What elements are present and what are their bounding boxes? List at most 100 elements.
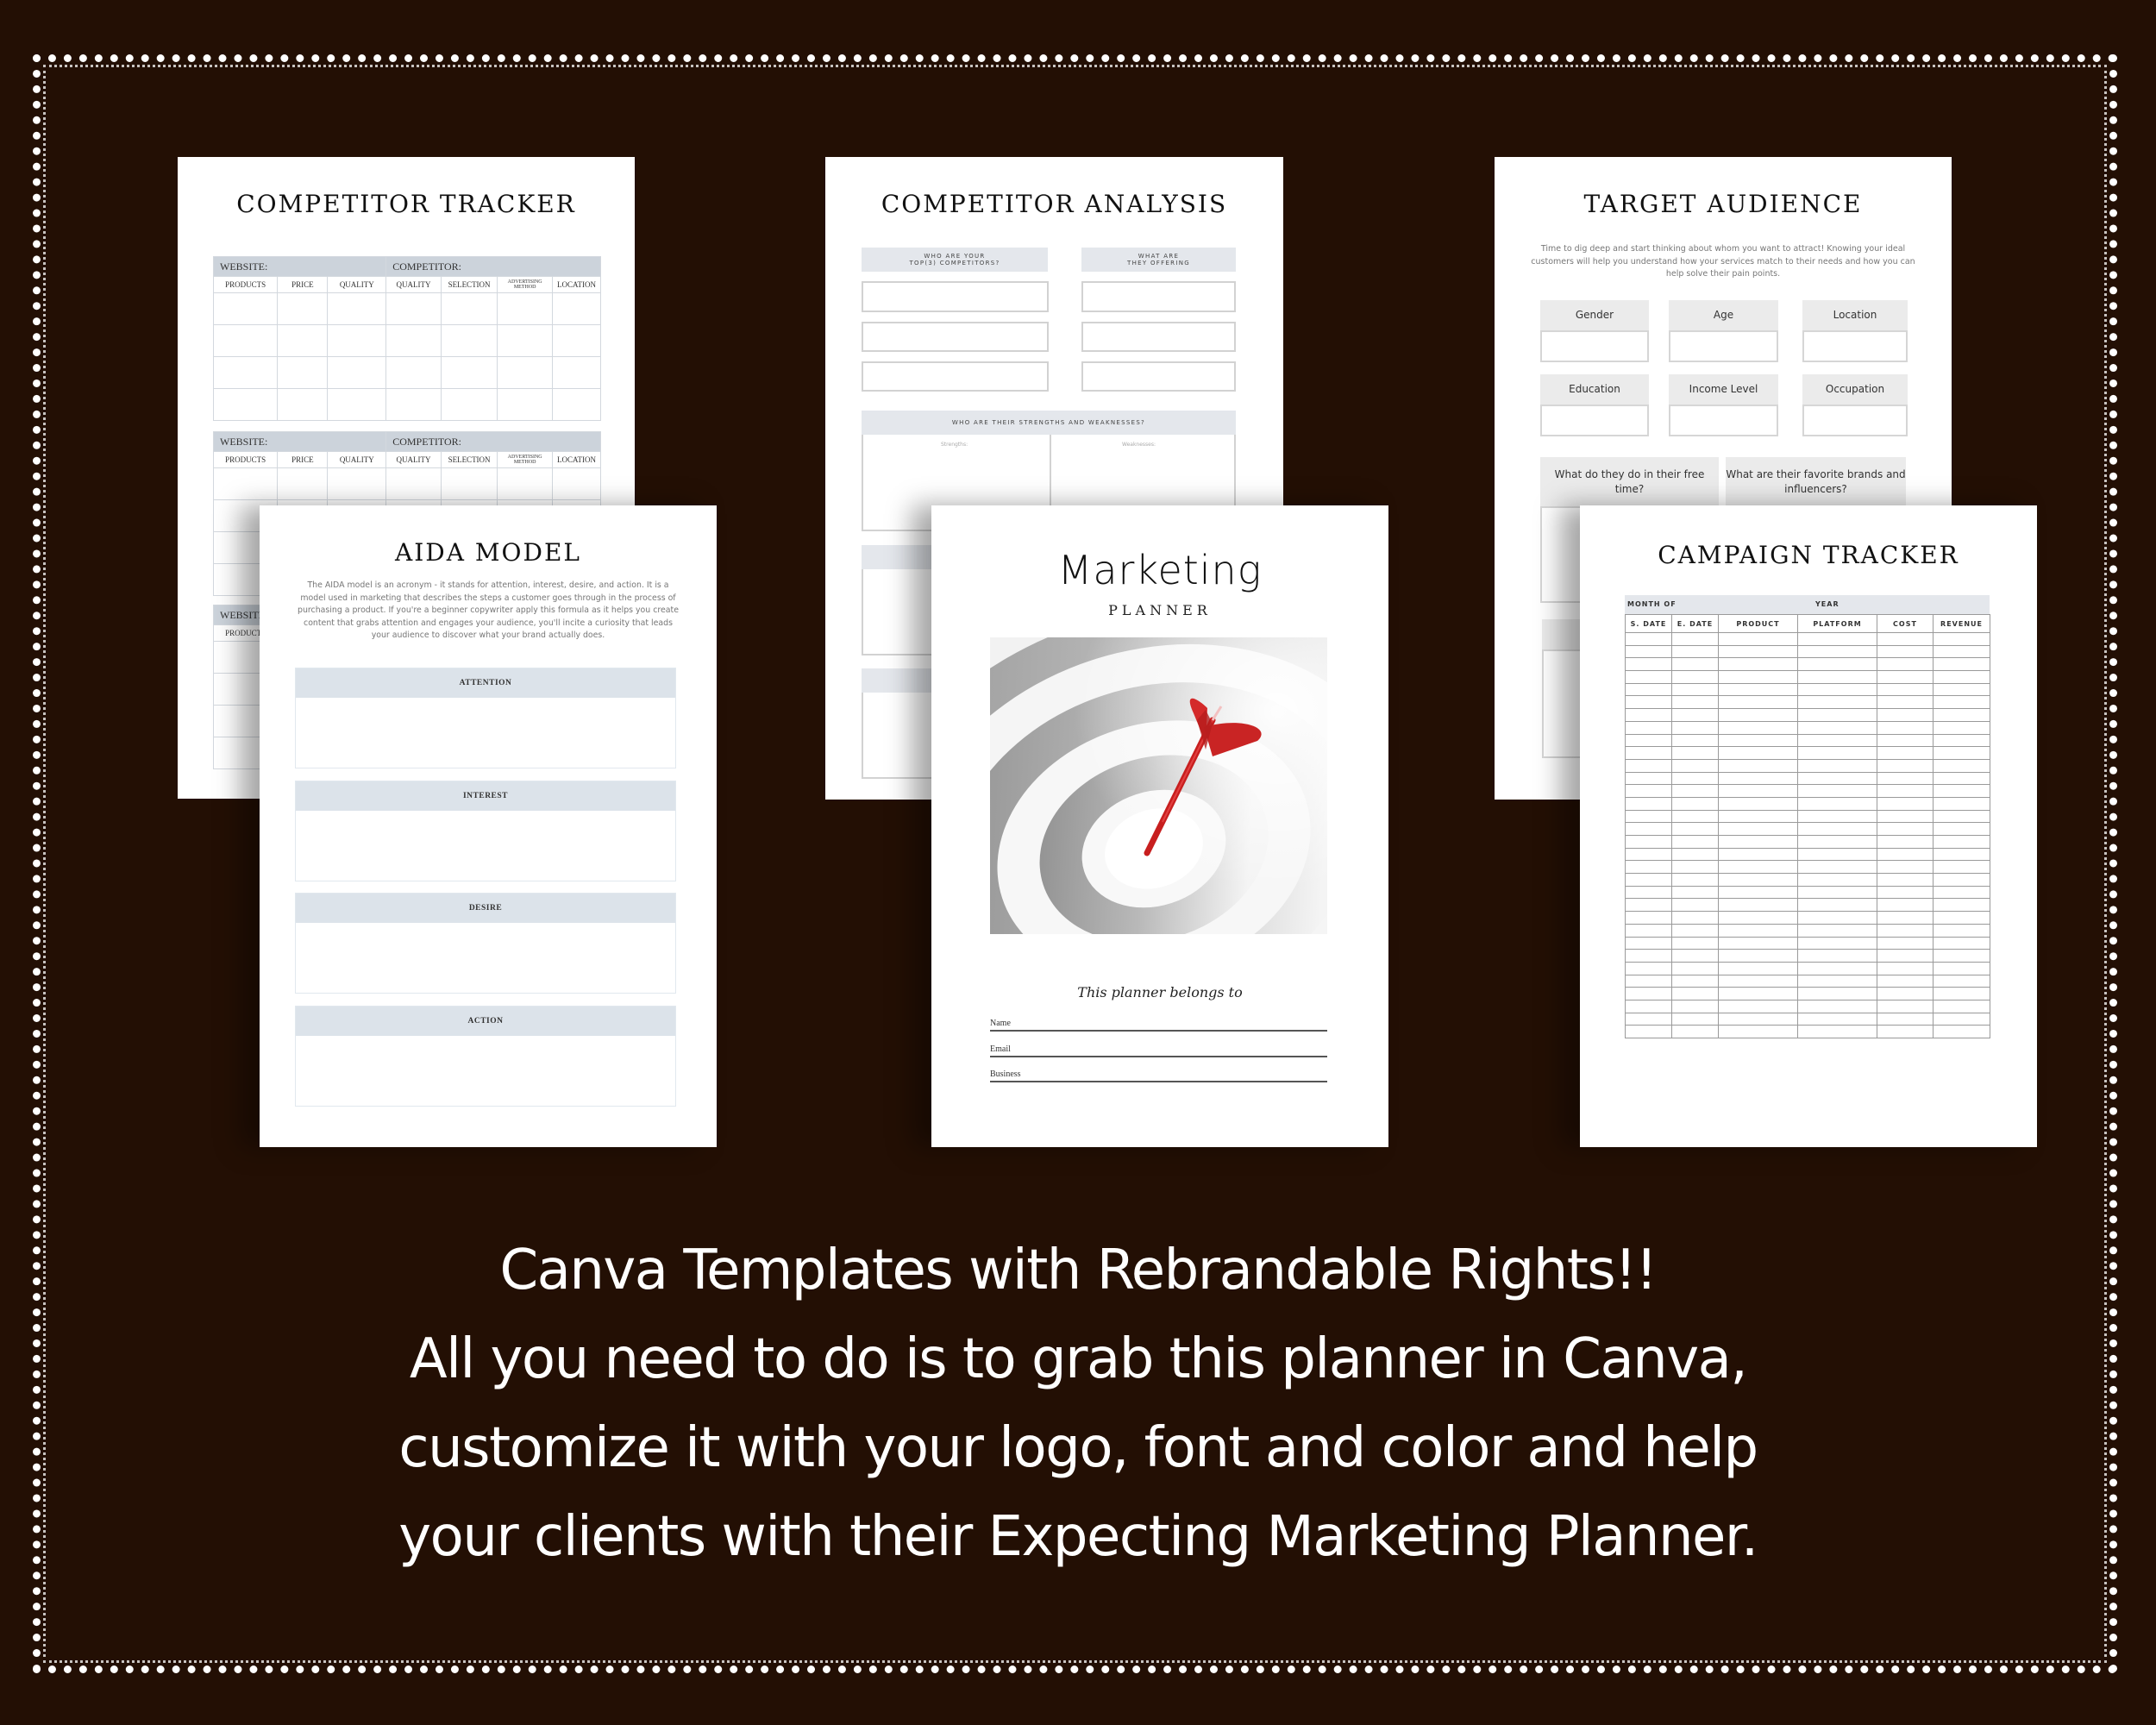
table-cell[interactable] <box>1671 961 1719 975</box>
table-cell[interactable] <box>1933 999 1990 1013</box>
aida-section-action[interactable]: ACTION <box>295 1006 676 1107</box>
table-cell[interactable] <box>1625 974 1672 988</box>
table-cell[interactable] <box>1933 911 1990 925</box>
table-cell[interactable] <box>1625 657 1672 672</box>
table-cell[interactable] <box>1718 961 1798 975</box>
table-cell[interactable] <box>1797 720 1877 735</box>
table-cell[interactable] <box>1671 860 1719 875</box>
table-cell[interactable] <box>1718 873 1798 887</box>
table-cell[interactable] <box>1877 898 1934 913</box>
table-cell[interactable] <box>1877 746 1934 760</box>
table-cell[interactable] <box>1933 835 1990 849</box>
table-cell[interactable] <box>1718 936 1798 950</box>
table-cell[interactable] <box>1797 1012 1877 1026</box>
table-cell[interactable] <box>1718 720 1798 735</box>
table-cell[interactable] <box>1671 796 1719 811</box>
table-cell[interactable] <box>1671 949 1719 963</box>
table-cell[interactable] <box>1718 949 1798 963</box>
table-cell[interactable] <box>1933 898 1990 913</box>
table-cell[interactable] <box>1718 847 1798 862</box>
table-cell[interactable] <box>1933 822 1990 836</box>
table-cell[interactable] <box>1933 923 1990 938</box>
table-cell[interactable] <box>1877 822 1934 836</box>
table-cell[interactable] <box>385 324 442 357</box>
table-cell[interactable] <box>1797 898 1877 913</box>
table-cell[interactable] <box>440 292 498 325</box>
field-input-age[interactable] <box>1669 330 1778 362</box>
table-cell[interactable] <box>551 292 602 325</box>
table-cell[interactable] <box>1933 758 1990 773</box>
table-cell[interactable] <box>1671 999 1719 1013</box>
table-cell[interactable] <box>1718 758 1798 773</box>
table-cell[interactable] <box>1797 758 1877 773</box>
table-cell[interactable] <box>1877 911 1934 925</box>
table-cell[interactable] <box>1718 923 1798 938</box>
table-cell[interactable] <box>1625 632 1672 646</box>
table-cell[interactable] <box>1718 987 1798 1000</box>
table-cell[interactable] <box>1933 1025 1990 1038</box>
table-cell[interactable] <box>1933 784 1990 798</box>
table-cell[interactable] <box>1625 835 1672 849</box>
aida-section-attention[interactable]: ATTENTION <box>295 668 676 768</box>
table-cell[interactable] <box>1933 708 1990 722</box>
table-cell[interactable] <box>1877 695 1934 710</box>
table-cell[interactable] <box>497 292 553 325</box>
table-cell[interactable] <box>1625 885 1672 900</box>
table-cell[interactable] <box>1797 670 1877 684</box>
table-cell[interactable] <box>277 292 329 325</box>
table-cell[interactable] <box>1625 720 1672 735</box>
table-cell[interactable] <box>1718 746 1798 760</box>
table-cell[interactable] <box>1933 949 1990 963</box>
table-cell[interactable] <box>1797 923 1877 938</box>
table-cell[interactable] <box>1718 771 1798 786</box>
table-cell[interactable] <box>1625 873 1672 887</box>
table-cell[interactable] <box>1877 720 1934 735</box>
table-cell[interactable] <box>1671 873 1719 887</box>
table-cell[interactable] <box>385 292 442 325</box>
table-cell[interactable] <box>1671 746 1719 760</box>
table-cell[interactable] <box>1933 847 1990 862</box>
table-cell[interactable] <box>212 467 279 500</box>
table-cell[interactable] <box>1877 670 1934 684</box>
table-cell[interactable] <box>1625 999 1672 1013</box>
competitor-input-1[interactable] <box>862 281 1049 312</box>
table-cell[interactable] <box>1671 885 1719 900</box>
table-cell[interactable] <box>1625 809 1672 824</box>
table-cell[interactable] <box>277 356 329 389</box>
table-cell[interactable] <box>1797 974 1877 988</box>
table-cell[interactable] <box>1625 682 1672 697</box>
table-cell[interactable] <box>1877 974 1934 988</box>
table-cell[interactable] <box>1625 670 1672 684</box>
table-cell[interactable] <box>1718 898 1798 913</box>
table-cell[interactable] <box>551 324 602 357</box>
table-cell[interactable] <box>1797 873 1877 887</box>
table-cell[interactable] <box>1797 796 1877 811</box>
table-cell[interactable] <box>1797 695 1877 710</box>
table-cell[interactable] <box>1877 987 1934 1000</box>
table-cell[interactable] <box>327 324 387 357</box>
field-input-occupation[interactable] <box>1802 405 1908 436</box>
competitor-input-2[interactable] <box>862 322 1049 352</box>
table-cell[interactable] <box>327 356 387 389</box>
table-cell[interactable] <box>497 467 553 500</box>
aida-section-interest[interactable]: INTEREST <box>295 781 676 881</box>
table-cell[interactable] <box>1933 809 1990 824</box>
table-cell[interactable] <box>1877 771 1934 786</box>
table-cell[interactable] <box>1718 708 1798 722</box>
table-cell[interactable] <box>1877 632 1934 646</box>
table-cell[interactable] <box>1625 923 1672 938</box>
table-cell[interactable] <box>1625 758 1672 773</box>
table-cell[interactable] <box>385 467 442 500</box>
table-cell[interactable] <box>1877 961 1934 975</box>
table-cell[interactable] <box>551 388 602 421</box>
table-cell[interactable] <box>440 356 498 389</box>
table-cell[interactable] <box>1877 847 1934 862</box>
table-cell[interactable] <box>1718 695 1798 710</box>
table-cell[interactable] <box>1797 733 1877 748</box>
table-cell[interactable] <box>1625 898 1672 913</box>
table-cell[interactable] <box>212 388 279 421</box>
table-cell[interactable] <box>1797 771 1877 786</box>
table-cell[interactable] <box>385 388 442 421</box>
table-cell[interactable] <box>1797 784 1877 798</box>
table-cell[interactable] <box>1625 796 1672 811</box>
